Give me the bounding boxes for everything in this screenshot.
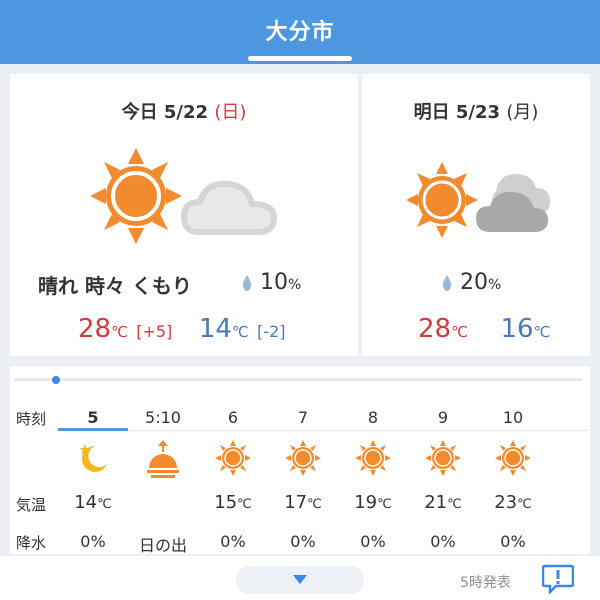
tomorrow-date: 明日 5/23 (月) (362, 98, 590, 124)
today-precip-unit: % (288, 277, 302, 293)
tomorrow-precip: 20% (442, 270, 501, 295)
tomorrow-dow: (月) (506, 102, 539, 123)
hourly-scrollbar[interactable] (14, 378, 582, 381)
today-high: 28℃ (78, 314, 128, 344)
hour-temp: 19℃ (338, 492, 408, 513)
today-condition: 晴れ 時々 くもり (38, 274, 192, 298)
today-high-diff: [+5] (136, 322, 173, 341)
row-label-temp: 気温 (16, 496, 47, 514)
hour-rain: 0% (430, 532, 456, 551)
sun-icon (355, 440, 391, 476)
hourly-forecast[interactable]: 時刻 気温 降水 5 14℃ 0% 5:10 日の出 6 15℃ 0% 7 17… (10, 366, 590, 555)
today-high-value: 28 (78, 314, 112, 344)
tomorrow-precip-unit: % (488, 277, 502, 293)
hour-temp: 14℃ (58, 492, 128, 513)
tomorrow-high-unit: ℃ (451, 323, 468, 341)
hour-temp: 15℃ (198, 492, 268, 513)
tomorrow-card[interactable]: 明日 5/23 (月) 20% 28℃ 16℃ (362, 74, 590, 356)
hour-temp-unit: ℃ (97, 497, 112, 512)
bottom-bar: 5時発表 (0, 556, 600, 600)
issued-time: 5時発表 (460, 575, 511, 591)
hour-time: 5:10 (145, 408, 181, 427)
sun-icon (285, 440, 321, 476)
feedback-icon[interactable] (542, 564, 574, 594)
hour-temp: 21℃ (408, 492, 478, 513)
today-low-unit: ℃ (231, 323, 249, 341)
active-tab-indicator (248, 56, 352, 61)
hour-time: 9 (437, 408, 449, 427)
sun-with-cloud-icon (90, 148, 278, 244)
hour-temp-unit: ℃ (237, 497, 252, 512)
hour-temp-unit: ℃ (447, 497, 462, 512)
sunrise-label: 日の出 (138, 536, 187, 555)
moon-star-icon (79, 444, 107, 472)
hour-temp: 17℃ (268, 492, 338, 513)
hour-rain: 0% (500, 532, 526, 551)
hour-temp-unit: ℃ (377, 497, 392, 512)
today-low: 14℃ (199, 314, 249, 344)
today-precip: 10% (242, 270, 301, 295)
tomorrow-date-label: 明日 5/23 (413, 102, 501, 123)
sunrise-icon (147, 440, 179, 478)
hour-rain: 0% (80, 532, 106, 551)
hour-time: 7 (297, 408, 309, 427)
expand-button[interactable] (236, 566, 364, 594)
header-bar: 大分市 (0, 0, 600, 64)
hour-temp: 23℃ (478, 492, 548, 513)
hour-temp-value: 21 (424, 492, 448, 513)
hour-temp-value: 15 (214, 492, 238, 513)
current-hour-indicator (58, 428, 128, 431)
hour-temp-value: 17 (284, 492, 308, 513)
hour-rain: 0% (290, 532, 316, 551)
hour-time: 6 (227, 408, 239, 427)
today-high-unit: ℃ (111, 323, 128, 341)
raindrop-icon (442, 275, 452, 291)
tomorrow-low: 16℃ (500, 314, 550, 344)
hour-temp-value: 23 (494, 492, 518, 513)
tomorrow-temps: 28℃ 16℃ (418, 314, 550, 344)
today-low-diff: [-2] (257, 322, 286, 341)
hour-rain: 0% (360, 532, 386, 551)
hour-temp-value: 19 (354, 492, 378, 513)
time-row-divider (58, 430, 588, 431)
hour-time: 10 (502, 408, 524, 427)
today-date: 今日 5/22 (日) (10, 98, 358, 124)
tomorrow-low-value: 16 (500, 314, 534, 344)
tomorrow-precip-value: 20 (460, 270, 488, 295)
sun-icon (425, 440, 461, 476)
today-temps: 28℃ [+5] 14℃ [-2] (78, 314, 285, 344)
hourly-scroll-thumb[interactable] (52, 376, 60, 384)
tomorrow-low-unit: ℃ (533, 323, 551, 341)
chevron-down-icon (293, 575, 307, 584)
sun-icon (495, 440, 531, 476)
hour-temp-unit: ℃ (517, 497, 532, 512)
today-dow: (日) (214, 102, 247, 123)
hour-rain: 0% (220, 532, 246, 551)
tomorrow-high-value: 28 (418, 314, 452, 344)
raindrop-icon (242, 275, 252, 291)
hour-time: 5 (87, 408, 99, 427)
sun-with-dark-cloud-icon (406, 162, 550, 238)
today-card[interactable]: 今日 5/22 (日) 晴れ 時々 くもり 10% 28℃ [+5] 14℃ [… (10, 74, 358, 356)
tomorrow-high: 28℃ (418, 314, 468, 344)
today-precip-value: 10 (260, 270, 288, 295)
hour-temp-value: 14 (74, 492, 98, 513)
row-label-time: 時刻 (16, 410, 47, 428)
today-low-value: 14 (198, 314, 232, 344)
city-title[interactable]: 大分市 (0, 14, 600, 46)
hour-time: 8 (367, 408, 379, 427)
sun-icon (215, 440, 251, 476)
today-date-label: 今日 5/22 (121, 102, 209, 123)
hour-temp-unit: ℃ (307, 497, 322, 512)
row-label-rain: 降水 (16, 534, 47, 552)
